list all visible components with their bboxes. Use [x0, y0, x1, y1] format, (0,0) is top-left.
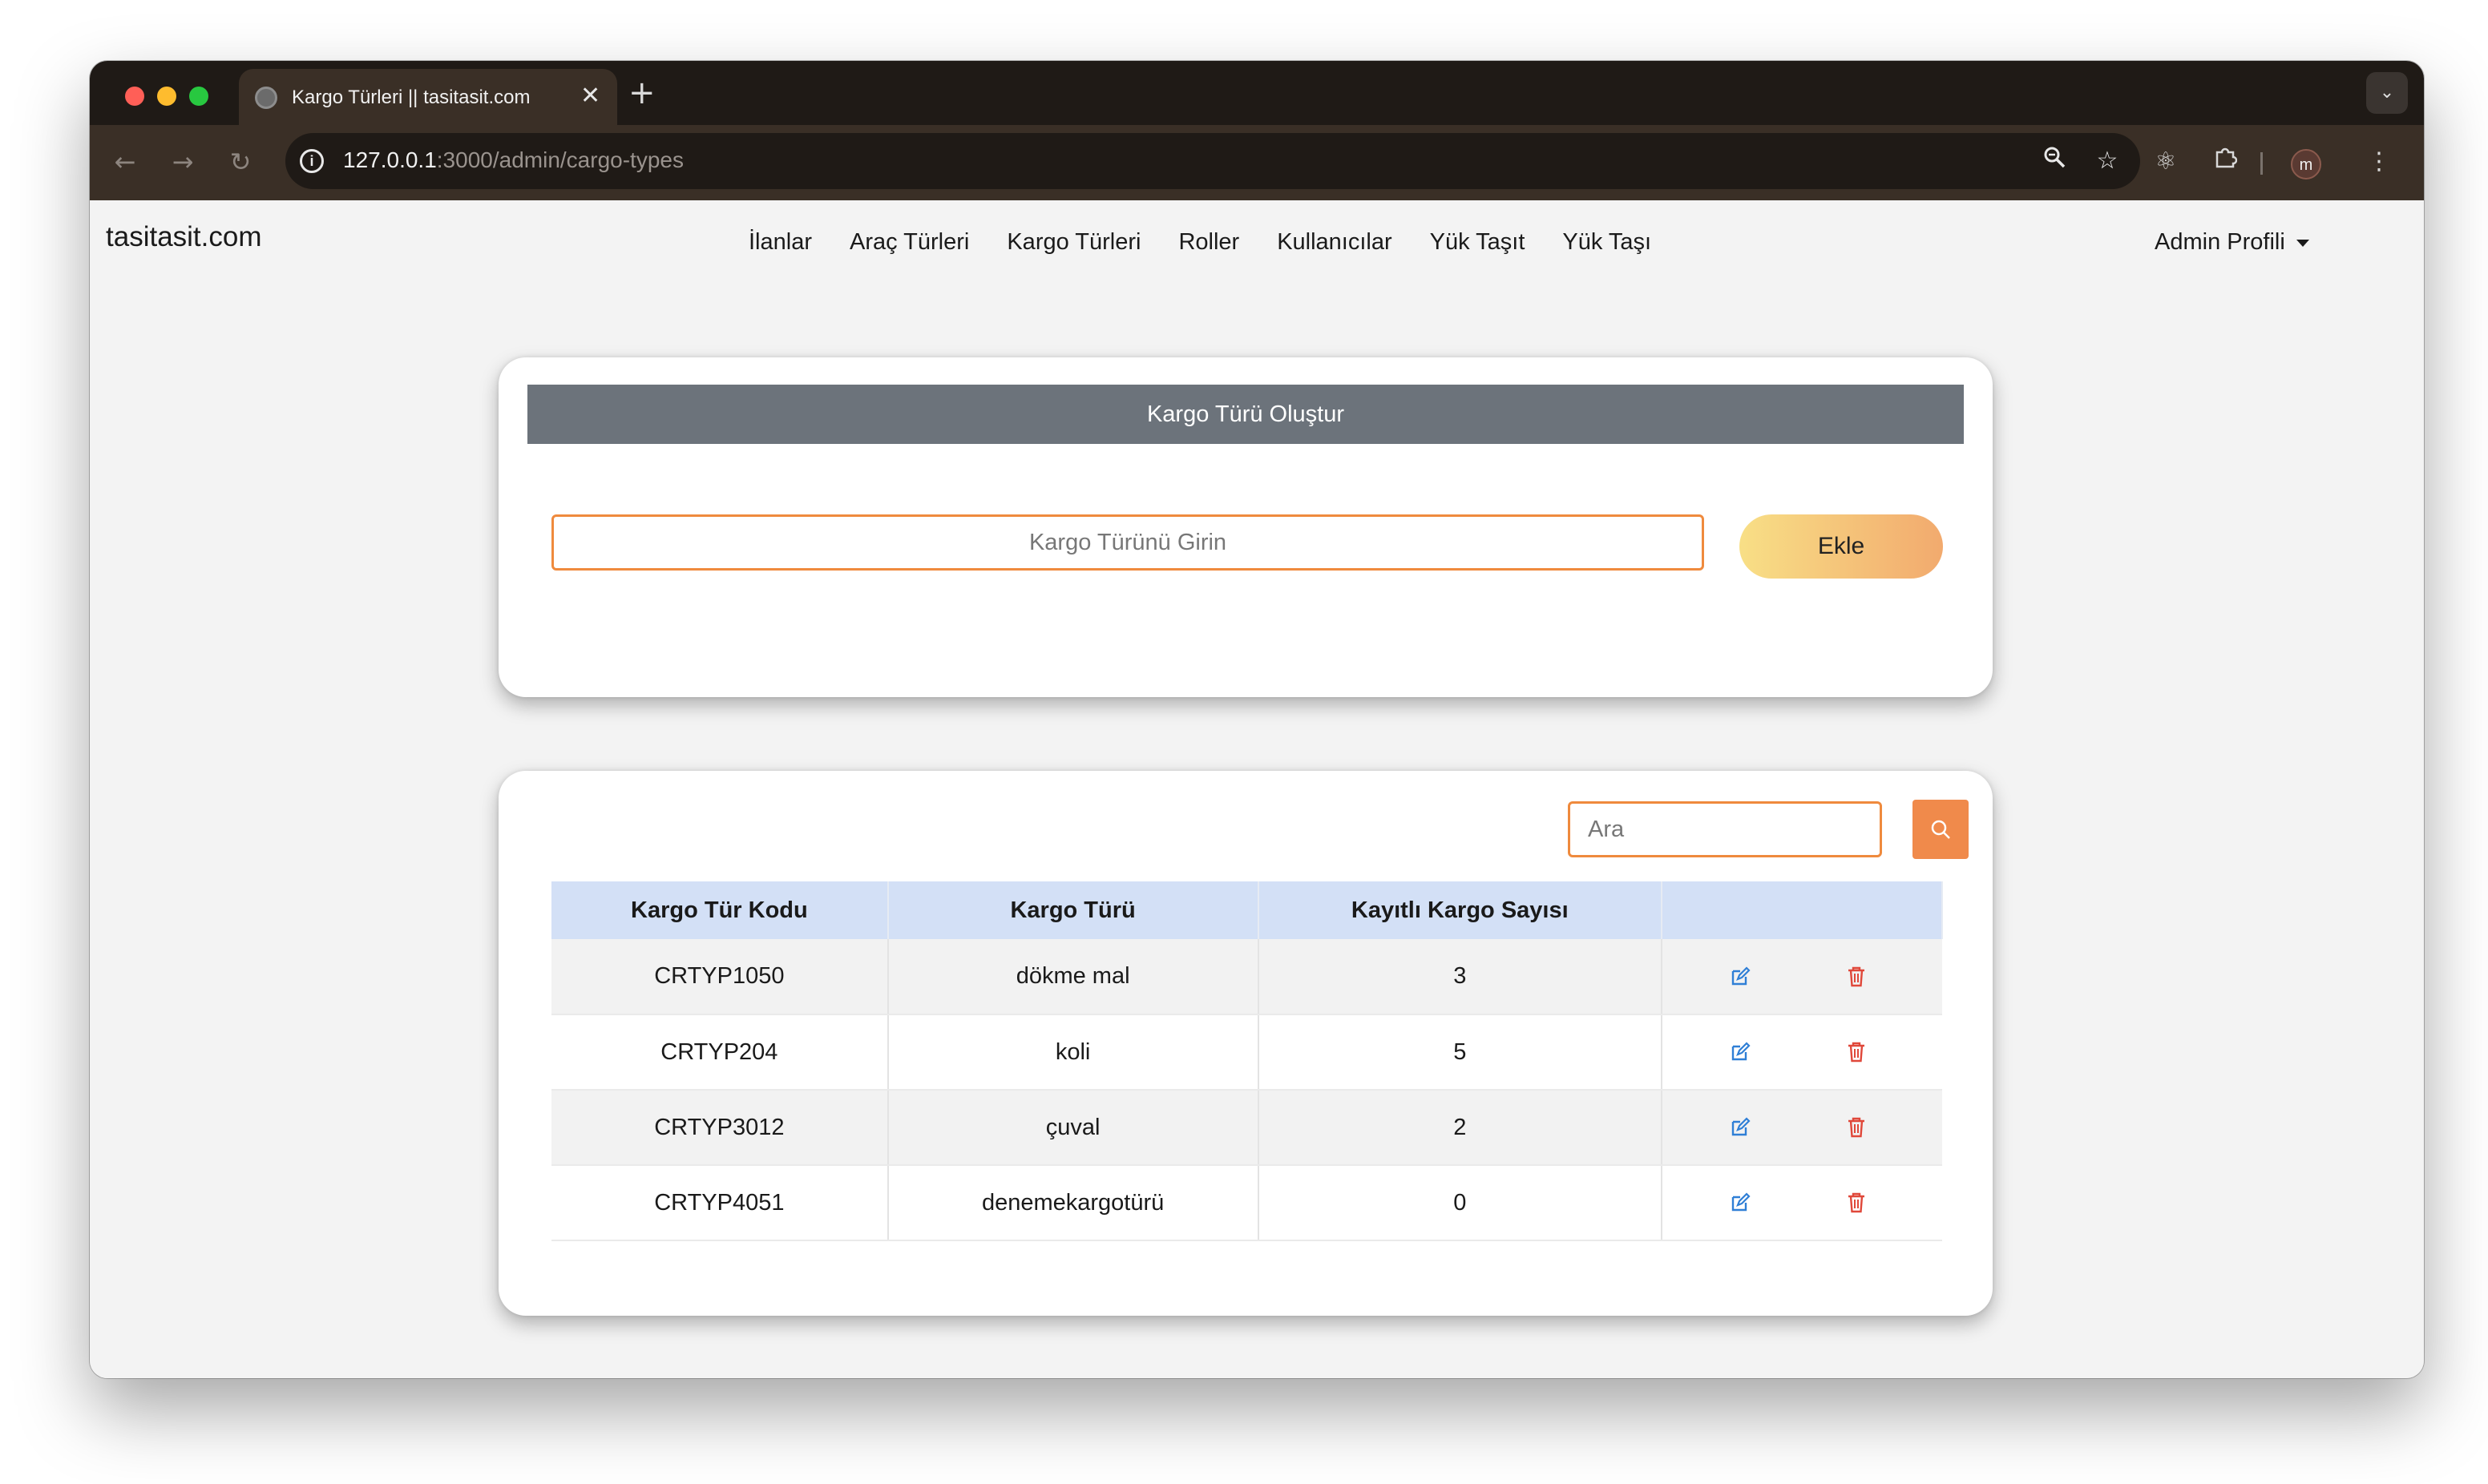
cell-actions	[1662, 1165, 1942, 1241]
cell-code: CRTYP3012	[551, 1090, 889, 1166]
cargo-types-list-card: Kargo Tür Kodu Kargo Türü Kayıtlı Kargo …	[499, 771, 1993, 1316]
address-bar[interactable]: i 127.0.0.1:3000/admin/cargo-types ☆	[285, 133, 2140, 189]
cell-actions	[1662, 939, 1942, 1015]
react-devtools-icon[interactable]: ⚛	[2147, 143, 2185, 181]
browser-window: Kargo Türleri || tasitasit.com ✕ + ⌄ ← →…	[90, 61, 2424, 1378]
cargo-types-table: Kargo Tür Kodu Kargo Türü Kayıtlı Kargo …	[551, 881, 1943, 1241]
tab-title: Kargo Türleri || tasitasit.com	[292, 87, 531, 108]
globe-icon	[255, 87, 277, 109]
table-row: CRTYP204 koli 5	[551, 1014, 1942, 1091]
edit-icon[interactable]	[1727, 1114, 1754, 1141]
address-url[interactable]: 127.0.0.1:3000/admin/cargo-types	[343, 147, 684, 173]
cell-count: 3	[1258, 939, 1663, 1015]
main-nav: İlanlar Araç Türleri Kargo Türleri Rolle…	[749, 229, 1689, 256]
browser-toolbar: ← → ↻ i 127.0.0.1:3000/admin/cargo-types…	[90, 125, 2424, 200]
toolbar-divider	[2260, 152, 2263, 175]
edit-icon[interactable]	[1727, 963, 1754, 990]
nav-link-kullanicilar[interactable]: Kullanıcılar	[1277, 229, 1391, 256]
cell-actions	[1662, 1090, 1942, 1166]
trash-icon[interactable]	[1843, 1189, 1870, 1216]
cell-type: denemekargotürü	[887, 1165, 1259, 1241]
table-row: CRTYP1050 dökme mal 3	[551, 939, 1942, 1015]
card-header-title: Kargo Türü Oluştur	[527, 385, 1964, 444]
site-info-icon[interactable]: i	[300, 149, 324, 173]
search-input[interactable]	[1568, 801, 1882, 857]
admin-profile-dropdown[interactable]: Admin Profili	[2155, 229, 2309, 256]
maximize-window-button[interactable]	[189, 87, 208, 106]
cell-code: CRTYP4051	[551, 1165, 889, 1241]
cell-count: 5	[1258, 1014, 1663, 1091]
new-tab-button[interactable]: +	[628, 75, 656, 111]
nav-link-arac-turleri[interactable]: Araç Türleri	[850, 229, 969, 256]
extensions-puzzle-icon[interactable]	[2206, 143, 2244, 181]
page-content: tasitasit.com İlanlar Araç Türleri Kargo…	[90, 200, 2424, 1378]
site-brand[interactable]: tasitasit.com	[106, 221, 262, 253]
create-cargo-type-card: Kargo Türü Oluştur Ekle	[499, 357, 1993, 697]
column-header-type: Kargo Türü	[887, 881, 1259, 939]
search-icon	[1931, 820, 1950, 839]
cell-type: koli	[887, 1014, 1259, 1091]
profile-avatar[interactable]: m	[2291, 149, 2321, 179]
nav-link-kargo-turleri[interactable]: Kargo Türleri	[1007, 229, 1141, 256]
cell-code: CRTYP1050	[551, 939, 889, 1015]
nav-link-yuk-tasit[interactable]: Yük Taşıt	[1430, 229, 1525, 256]
column-header-code: Kargo Tür Kodu	[551, 881, 889, 939]
cargo-type-input[interactable]	[551, 514, 1704, 571]
edit-icon[interactable]	[1727, 1038, 1754, 1066]
column-header-count: Kayıtlı Kargo Sayısı	[1258, 881, 1663, 939]
column-header-actions	[1662, 881, 1943, 939]
zoom-icon[interactable]	[2038, 144, 2071, 178]
table-row: CRTYP4051 denemekargotürü 0	[551, 1165, 1942, 1241]
cell-actions	[1662, 1014, 1942, 1091]
cell-count: 0	[1258, 1165, 1663, 1241]
reload-icon[interactable]: ↻	[223, 144, 258, 179]
minimize-window-button[interactable]	[157, 87, 176, 106]
cell-code: CRTYP204	[551, 1014, 889, 1091]
cell-count: 2	[1258, 1090, 1663, 1166]
nav-link-roller[interactable]: Roller	[1178, 229, 1239, 256]
nav-link-yuk-tasi[interactable]: Yük Taşı	[1562, 229, 1651, 256]
tab-strip: Kargo Türleri || tasitasit.com ✕ + ⌄	[90, 61, 2424, 125]
table-row: CRTYP3012 çuval 2	[551, 1090, 1942, 1166]
nav-link-ilanlar[interactable]: İlanlar	[749, 229, 812, 256]
cell-type: dökme mal	[887, 939, 1259, 1015]
tab-search-chevron-icon[interactable]: ⌄	[2366, 72, 2408, 114]
browser-tab-active[interactable]: Kargo Türleri || tasitasit.com ✕	[239, 69, 617, 125]
close-window-button[interactable]	[125, 87, 144, 106]
search-button[interactable]	[1912, 800, 1969, 859]
forward-arrow-icon[interactable]: →	[165, 144, 200, 179]
trash-icon[interactable]	[1843, 1114, 1870, 1141]
bookmark-star-icon[interactable]: ☆	[2090, 144, 2124, 178]
trash-icon[interactable]	[1843, 1038, 1870, 1066]
cell-type: çuval	[887, 1090, 1259, 1166]
edit-icon[interactable]	[1727, 1189, 1754, 1216]
trash-icon[interactable]	[1843, 963, 1870, 990]
add-button[interactable]: Ekle	[1739, 514, 1943, 579]
caret-down-icon	[2296, 239, 2309, 247]
tab-close-icon[interactable]: ✕	[580, 82, 600, 111]
back-arrow-icon[interactable]: ←	[107, 144, 143, 179]
browser-menu-icon[interactable]: ⋮	[2360, 143, 2398, 181]
